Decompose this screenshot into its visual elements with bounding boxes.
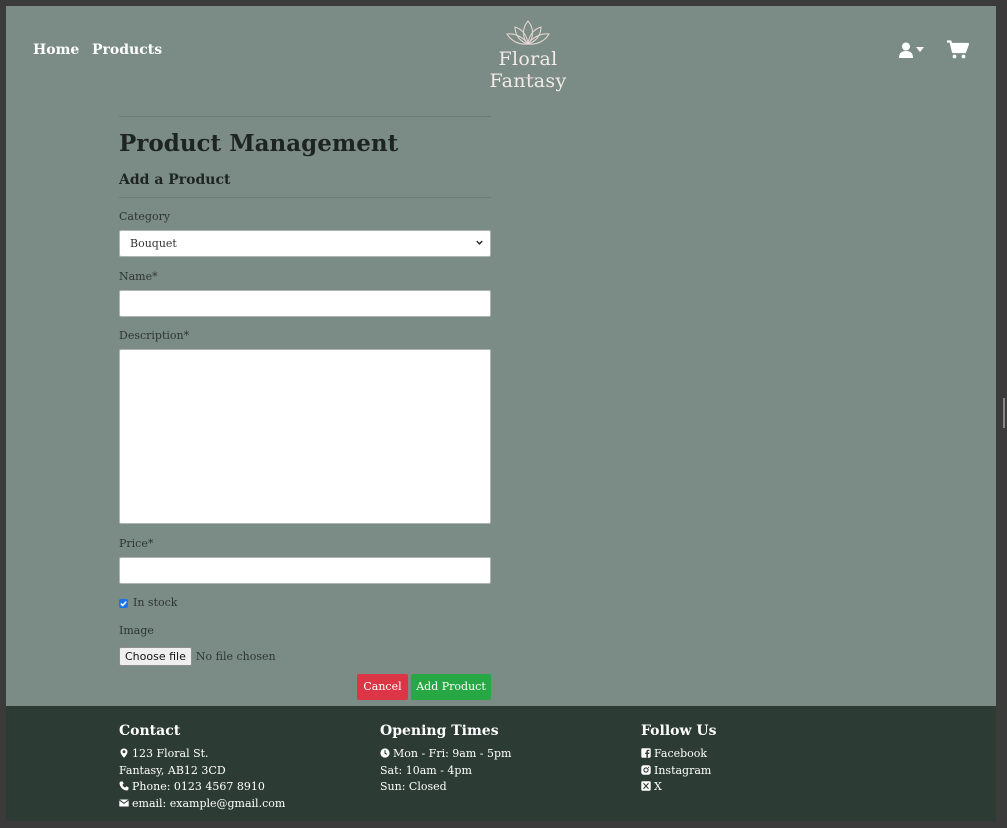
- footer-x-text: X: [654, 780, 662, 793]
- image-file-input: Choose file No file chosen: [119, 645, 491, 666]
- instagram-icon: [641, 764, 651, 775]
- description-label: Description*: [119, 329, 190, 342]
- user-menu-button[interactable]: [899, 42, 929, 60]
- user-icon: [899, 42, 913, 58]
- footer-email: email: example@gmail.com: [119, 796, 285, 813]
- footer-weekdays-text: Mon - Fri: 9am - 5pm: [393, 747, 512, 760]
- envelope-icon: [119, 798, 129, 806]
- footer-x-link[interactable]: X: [641, 779, 717, 796]
- lotus-icon: [506, 20, 550, 45]
- footer-address-line-1: 123 Floral St.: [119, 746, 285, 763]
- category-select[interactable]: Bouquet: [119, 230, 491, 257]
- phone-icon: [119, 781, 129, 791]
- footer-phone: Phone: 0123 4567 8910: [119, 779, 285, 796]
- brand-underline: [520, 77, 536, 78]
- browser-viewport: Home Products Floral Fantasy Product Man…: [6, 6, 996, 821]
- cart-icon: [947, 40, 970, 59]
- footer-facebook-text: Facebook: [654, 747, 708, 760]
- page-title: Product Management: [119, 130, 399, 157]
- footer-contact-heading: Contact: [119, 723, 181, 739]
- footer-opening-heading: Opening Times: [380, 723, 499, 739]
- name-input[interactable]: [119, 290, 491, 317]
- window-resize-handle[interactable]: [1003, 398, 1005, 428]
- form-actions: Cancel Add Product: [119, 674, 491, 700]
- top-divider: [119, 116, 491, 117]
- footer-phone-text: Phone: 0123 4567 8910: [132, 780, 265, 793]
- map-pin-icon: [120, 748, 128, 758]
- chevron-down-icon: [476, 240, 483, 245]
- footer-address-1-text: 123 Floral St.: [132, 747, 209, 760]
- footer-instagram-text: Instagram: [654, 763, 712, 777]
- cancel-button[interactable]: Cancel: [357, 674, 408, 700]
- footer-social: Follow Us Facebook Instagram X: [641, 723, 717, 796]
- caret-down-icon: [916, 47, 924, 52]
- image-label: Image: [119, 624, 154, 637]
- footer-weekdays: Mon - Fri: 9am - 5pm: [380, 746, 511, 763]
- clock-icon: [380, 748, 390, 758]
- description-textarea[interactable]: [119, 349, 491, 524]
- add-product-form: Product Management Add a Product Categor…: [119, 116, 491, 700]
- in-stock-label: In stock: [133, 596, 178, 609]
- category-selected-value: Bouquet: [130, 237, 177, 250]
- price-label: Price*: [119, 537, 154, 550]
- section-title: Add a Product: [119, 172, 231, 188]
- check-icon: [120, 600, 127, 606]
- nav-home-link[interactable]: Home: [33, 42, 79, 58]
- x-logo-icon: [641, 781, 651, 791]
- footer-social-heading: Follow Us: [641, 723, 717, 739]
- nav-products-link[interactable]: Products: [92, 42, 162, 58]
- cart-button[interactable]: [947, 40, 971, 60]
- footer-opening: Opening Times Mon - Fri: 9am - 5pm Sat: …: [380, 723, 511, 796]
- site-footer: Contact 123 Floral St. Fantasy, AB12 3CD…: [6, 706, 996, 821]
- add-product-button[interactable]: Add Product: [411, 674, 491, 700]
- category-label: Category: [119, 210, 171, 223]
- footer-contact: Contact 123 Floral St. Fantasy, AB12 3CD…: [119, 723, 285, 812]
- footer-email-text[interactable]: email: example@gmail.com: [132, 797, 285, 810]
- footer-address-line-2: Fantasy, AB12 3CD: [119, 763, 226, 777]
- footer-saturday: Sat: 10am - 4pm: [380, 763, 472, 777]
- footer-sunday: Sun: Closed: [380, 780, 447, 793]
- in-stock-checkbox[interactable]: [119, 598, 128, 608]
- choose-file-button[interactable]: Choose file: [119, 647, 192, 666]
- brand-logo[interactable]: Floral Fantasy: [458, 18, 598, 92]
- footer-facebook-link[interactable]: Facebook: [641, 746, 717, 763]
- name-label: Name*: [119, 270, 158, 283]
- brand-name: Floral Fantasy: [489, 48, 567, 92]
- price-input[interactable]: [119, 557, 491, 584]
- footer-instagram-link[interactable]: Instagram: [641, 763, 717, 780]
- facebook-icon: [641, 748, 651, 758]
- in-stock-row: In stock: [119, 596, 491, 610]
- file-status-text: No file chosen: [195, 650, 276, 663]
